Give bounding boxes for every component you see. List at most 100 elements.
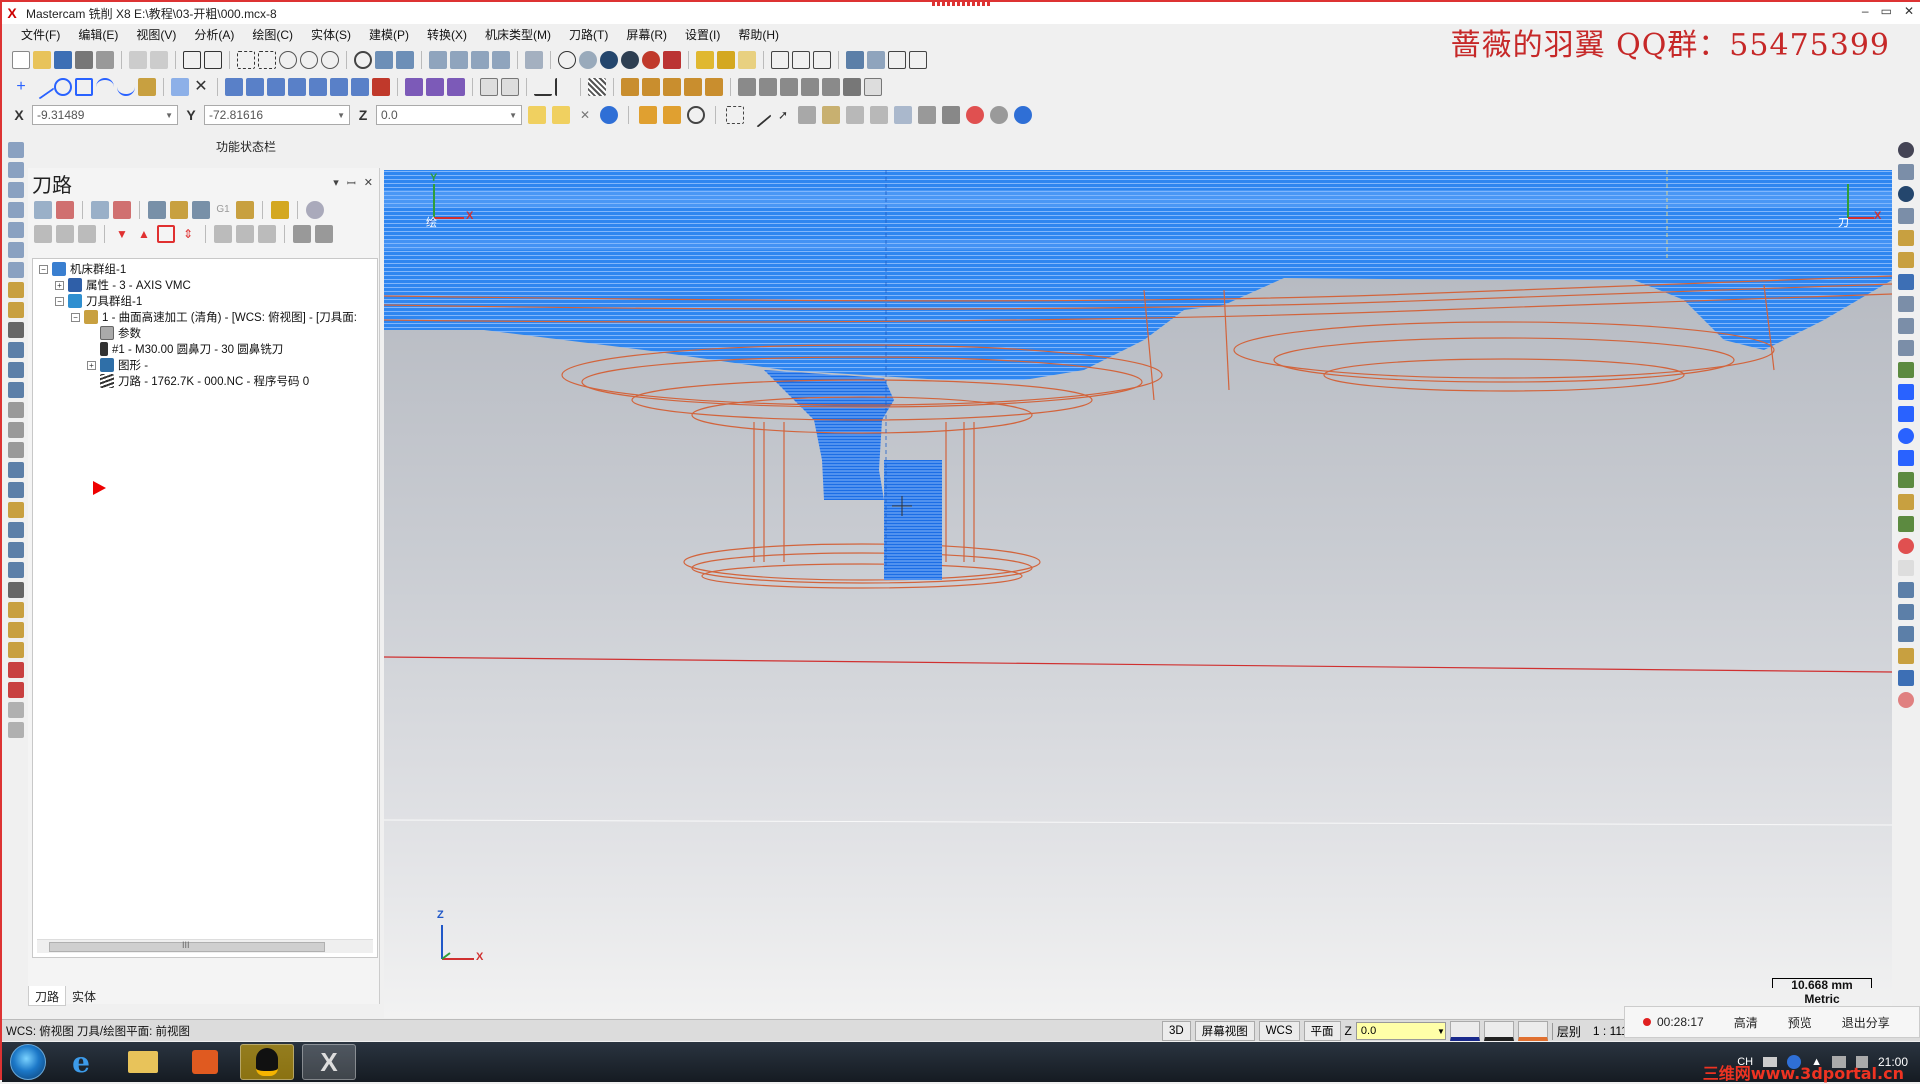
machine-icon[interactable] [8, 582, 24, 598]
solid-revolve-icon[interactable] [759, 78, 777, 96]
insert-arrow-icon[interactable] [93, 481, 106, 495]
print-drawing-icon[interactable] [843, 78, 861, 96]
layer-icon[interactable] [8, 362, 24, 378]
grid-view-icon[interactable] [1898, 648, 1914, 664]
tab-toolpaths[interactable]: 刀路 [28, 986, 67, 1006]
fit-icon[interactable] [183, 51, 201, 69]
highfeed-icon[interactable] [236, 201, 254, 219]
repaint-icon[interactable] [204, 51, 222, 69]
regenerate-dirty-icon[interactable] [113, 201, 131, 219]
taskbar-explorer[interactable] [116, 1044, 170, 1080]
roll-icon[interactable] [372, 78, 390, 96]
stop-icon[interactable] [1898, 538, 1914, 554]
redo-icon[interactable] [150, 51, 168, 69]
menu-toolpaths[interactable]: 刀路(T) [560, 24, 617, 46]
sigma-icon[interactable] [888, 51, 906, 69]
menu-model[interactable]: 建模(P) [360, 24, 418, 46]
save-view-icon[interactable] [1898, 274, 1914, 290]
attributes-button[interactable] [1483, 1021, 1514, 1041]
surface-rough-icon[interactable] [8, 542, 24, 558]
select-only-icon[interactable] [663, 106, 681, 124]
pencil-icon[interactable] [696, 51, 714, 69]
scroll-icon[interactable] [214, 225, 232, 243]
chevron-down-icon[interactable]: ▼ [165, 111, 173, 120]
face-icon[interactable] [8, 522, 24, 538]
edge-select-icon[interactable] [846, 106, 864, 124]
top-view-icon[interactable] [429, 51, 447, 69]
open-file-icon[interactable] [33, 51, 51, 69]
wireframe-icon[interactable] [558, 51, 576, 69]
exit-share-button[interactable]: 退出分享 [1842, 1014, 1890, 1031]
menu-edit[interactable]: 编辑(E) [69, 24, 127, 46]
up-down-icon[interactable]: ⇕ [179, 225, 197, 243]
back-select-icon[interactable] [918, 106, 936, 124]
arc-tool-icon[interactable] [1898, 406, 1914, 422]
solid-boolean-icon[interactable] [822, 78, 840, 96]
delete-icon[interactable]: ✕ [192, 78, 210, 96]
print-icon[interactable] [75, 51, 93, 69]
print-preview-icon[interactable] [96, 51, 114, 69]
chain-icon[interactable] [8, 382, 24, 398]
save-icon[interactable] [54, 51, 72, 69]
post-icon[interactable] [1898, 582, 1914, 598]
cube-icon[interactable] [8, 282, 24, 298]
menu-help[interactable]: 帮助(H) [729, 24, 788, 46]
surface-flat-icon[interactable] [621, 78, 639, 96]
circle-icon[interactable] [54, 78, 72, 96]
zoom-out-icon[interactable] [321, 51, 339, 69]
z-depth-field[interactable]: 0.0 ▼ [1355, 1022, 1446, 1040]
surface-revolve-icon[interactable] [663, 78, 681, 96]
solid-icon[interactable] [8, 642, 24, 658]
dimension-icon[interactable] [480, 78, 498, 96]
help-icon[interactable] [306, 201, 324, 219]
line-icon[interactable] [29, 74, 55, 100]
collapse-icon[interactable]: − [39, 264, 48, 274]
color-icon[interactable] [8, 182, 24, 198]
view-icon[interactable] [1898, 208, 1914, 224]
translate-icon[interactable] [225, 78, 243, 96]
single-op-icon[interactable] [236, 225, 254, 243]
menu-machine-type[interactable]: 机床类型(M) [476, 24, 560, 46]
verify-icon[interactable] [170, 201, 188, 219]
analyze-icon[interactable] [717, 51, 735, 69]
pocket-icon[interactable] [8, 502, 24, 518]
menu-solids[interactable]: 实体(S) [302, 24, 360, 46]
x-coordinate-field[interactable]: -9.31489 ▼ [32, 105, 178, 125]
move-down-icon[interactable]: ▼ [113, 225, 131, 243]
3d-toggle-button[interactable]: 3D [1162, 1021, 1191, 1041]
level-icon[interactable] [8, 162, 24, 178]
chevron-down-icon[interactable]: ▼ [337, 111, 345, 120]
delete-ops-icon[interactable] [271, 201, 289, 219]
scale-icon[interactable] [309, 78, 327, 96]
expand-icon[interactable]: + [55, 280, 64, 290]
taskbar-mastercam[interactable]: X [302, 1044, 356, 1080]
tree-node-toolgroup[interactable]: − 刀具群组-1 [55, 293, 142, 309]
plane-button[interactable]: 平面 [1303, 1021, 1341, 1041]
front-view-icon[interactable] [450, 51, 468, 69]
expand-icon[interactable]: + [87, 360, 96, 370]
tree-node-operation[interactable]: − 1 - 曲面高速加工 (清角) - [WCS: 俯视图] - [刀具面: [71, 309, 357, 325]
layers-icon[interactable] [1898, 670, 1914, 686]
offset-icon[interactable] [288, 78, 306, 96]
solid-icon[interactable] [8, 622, 24, 638]
fast-point-icon[interactable] [552, 106, 570, 124]
note-icon[interactable] [501, 78, 519, 96]
select-invalid-icon[interactable] [56, 201, 74, 219]
chevron-down-icon[interactable]: ▼ [509, 111, 517, 120]
loop-select-icon[interactable] [894, 106, 912, 124]
autocursor-icon[interactable] [528, 106, 546, 124]
collapse-icon[interactable]: − [55, 296, 64, 306]
window-select-icon[interactable] [726, 106, 744, 124]
zoom-selected-icon[interactable] [279, 51, 297, 69]
taskbar-media-player[interactable] [178, 1044, 232, 1080]
box-icon[interactable] [8, 402, 24, 418]
tree-node-properties[interactable]: + 属性 - 3 - AXIS VMC [55, 277, 191, 293]
contour-icon[interactable] [8, 482, 24, 498]
help-context-icon[interactable] [792, 51, 810, 69]
z-coordinate-field[interactable]: 0.0 ▼ [376, 105, 522, 125]
unzoom-icon[interactable] [300, 51, 318, 69]
backplot-icon[interactable] [148, 201, 166, 219]
cylinder-icon[interactable] [8, 422, 24, 438]
select-all-ops-icon[interactable] [34, 201, 52, 219]
hatch-icon[interactable] [588, 78, 606, 96]
